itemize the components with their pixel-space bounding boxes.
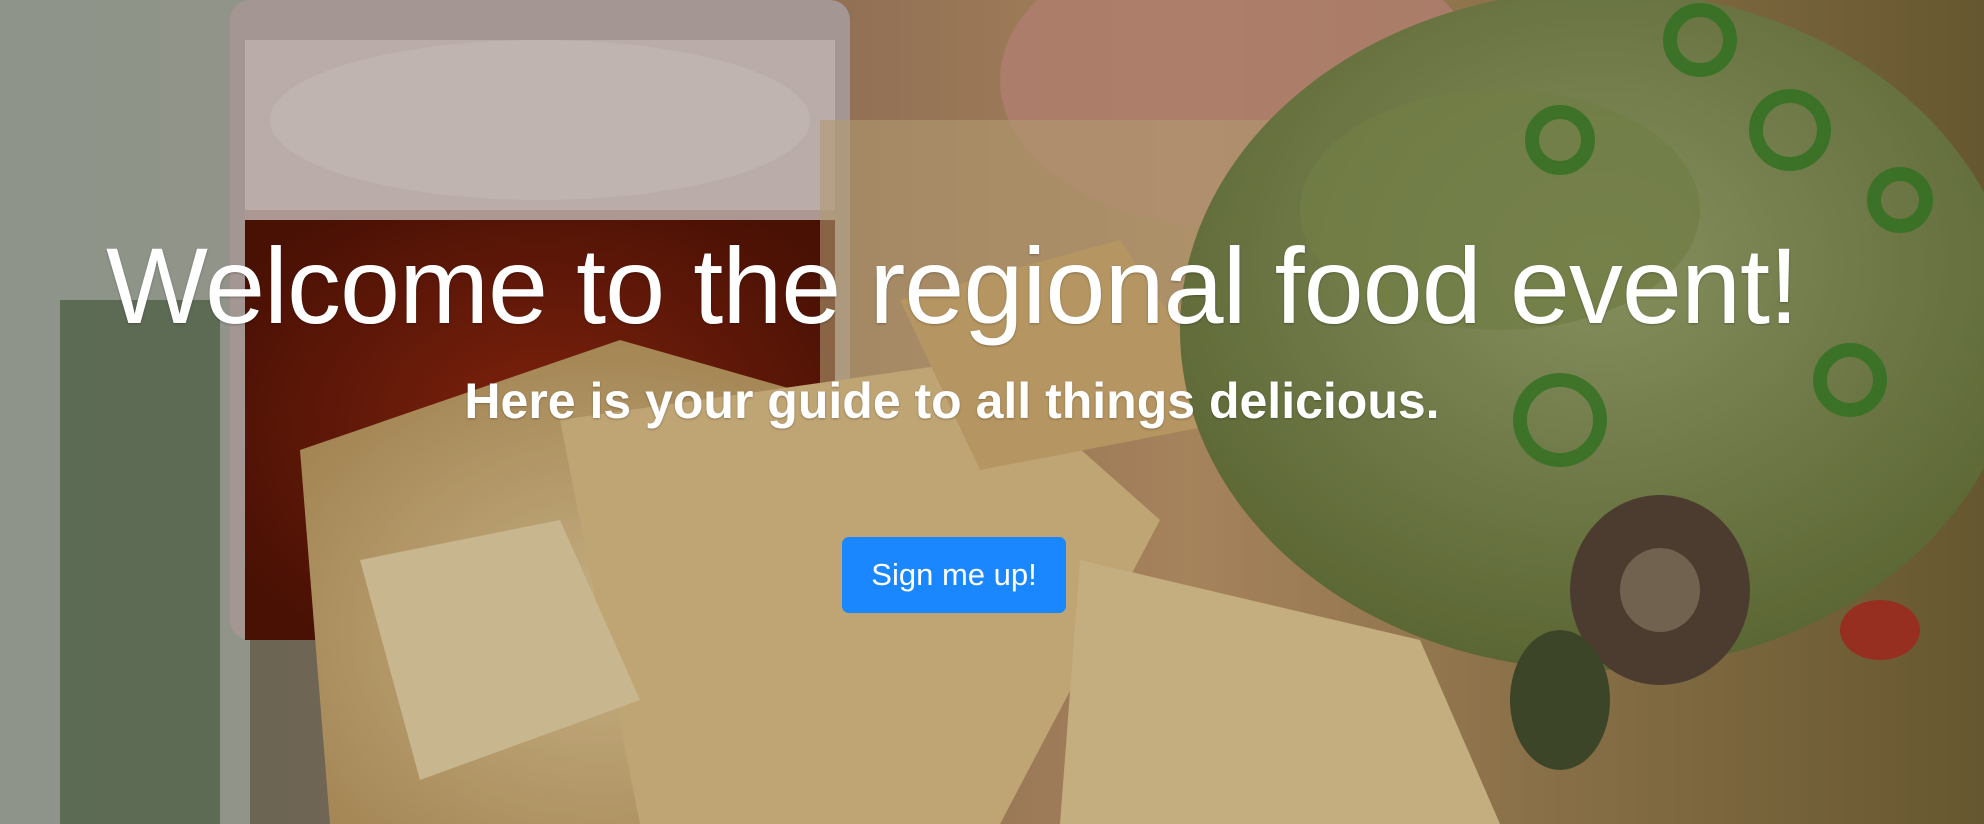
hero-section: Welcome to the regional food event! Here…	[0, 0, 1984, 824]
sign-up-button[interactable]: Sign me up!	[842, 537, 1066, 613]
hero-subheadline: Here is your guide to all things delicio…	[464, 373, 1440, 429]
hero-content: Welcome to the regional food event! Here…	[0, 0, 1904, 824]
hero-headline: Welcome to the regional food event!	[105, 225, 1799, 346]
